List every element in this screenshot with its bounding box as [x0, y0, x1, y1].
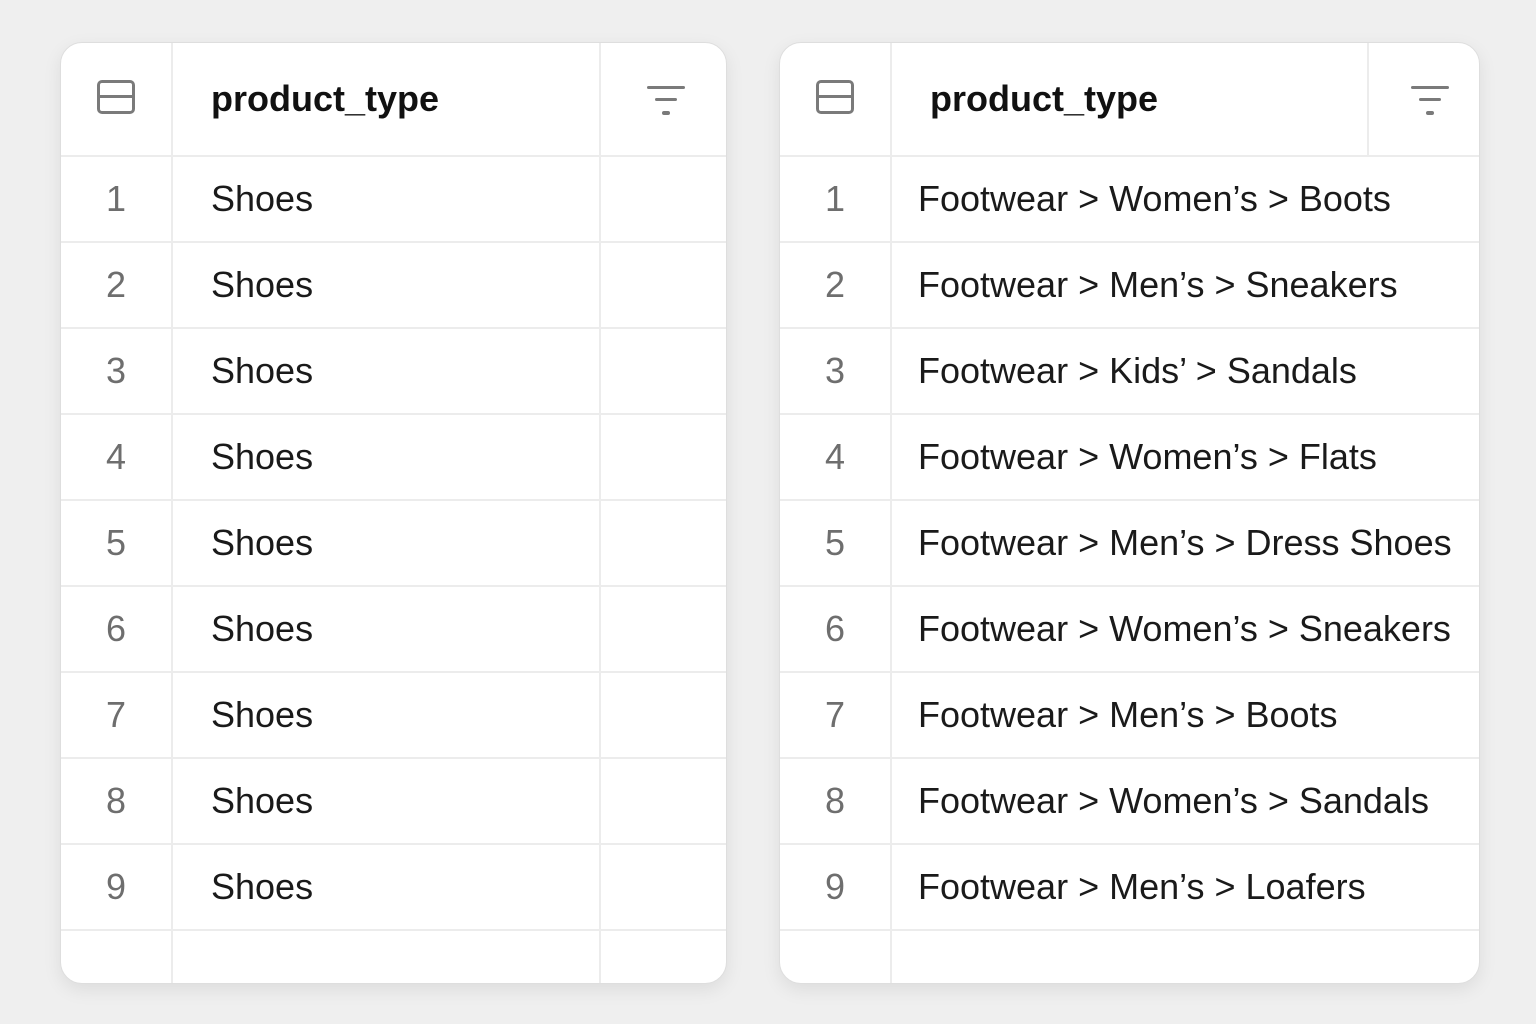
row-layout-icon[interactable]: [816, 80, 854, 114]
row-number: 3: [105, 350, 127, 391]
row-number: 4: [105, 436, 127, 477]
table-row[interactable]: 7 Shoes: [61, 673, 726, 759]
product-type-cell[interactable]: Shoes: [211, 243, 313, 327]
column-header-product-type[interactable]: product_type: [930, 77, 1158, 121]
product-type-cell[interactable]: Footwear > Women’s > Flats: [918, 415, 1377, 499]
table-row[interactable]: 9 Shoes: [61, 845, 726, 931]
product-type-cell[interactable]: Footwear > Men’s > Loafers: [918, 845, 1366, 929]
row-number: 4: [824, 436, 846, 477]
table-row[interactable]: 2 Shoes: [61, 243, 726, 329]
row-number: 9: [105, 866, 127, 907]
product-type-cell[interactable]: Footwear > Men’s > Sneakers: [918, 243, 1398, 327]
table-row[interactable]: 1 Shoes: [61, 157, 726, 243]
row-number: 8: [105, 780, 127, 821]
product-type-cell[interactable]: Shoes: [211, 759, 313, 843]
row-number: 1: [105, 178, 127, 219]
table-header: product_type: [780, 43, 1479, 157]
table-row[interactable]: 5 Shoes: [61, 501, 726, 587]
table-row[interactable]: 3 Shoes: [61, 329, 726, 415]
row-number: 6: [105, 608, 127, 649]
row-layout-icon[interactable]: [97, 80, 135, 114]
table-header: product_type: [61, 43, 726, 157]
row-number: 3: [824, 350, 846, 391]
filter-icon[interactable]: [1411, 86, 1449, 116]
product-type-cell[interactable]: Footwear > Men’s > Dress Shoes: [918, 501, 1452, 585]
product-type-cell[interactable]: Footwear > Women’s > Sneakers: [918, 587, 1451, 671]
column-header-product-type[interactable]: product_type: [211, 77, 439, 121]
row-number: 1: [824, 178, 846, 219]
row-number: 2: [105, 264, 127, 305]
row-number: 5: [824, 522, 846, 563]
table-row[interactable]: 4 Shoes: [61, 415, 726, 501]
row-number: 5: [105, 522, 127, 563]
product-type-cell[interactable]: Shoes: [211, 329, 313, 413]
filter-icon[interactable]: [647, 86, 685, 116]
product-type-cell[interactable]: Shoes: [211, 587, 313, 671]
table-row[interactable]: 8 Shoes: [61, 759, 726, 845]
right-table: product_type 1 Footwear > Women’s > Boot…: [779, 42, 1480, 984]
product-type-cell[interactable]: Footwear > Men’s > Boots: [918, 673, 1338, 757]
product-type-cell[interactable]: Footwear > Women’s > Sandals: [918, 759, 1429, 843]
table-row[interactable]: 7 Footwear > Men’s > Boots: [780, 673, 1479, 759]
row-number: 7: [824, 694, 846, 735]
product-type-cell[interactable]: Shoes: [211, 501, 313, 585]
product-type-cell[interactable]: Footwear > Women’s > Boots: [918, 157, 1391, 241]
row-number: 9: [824, 866, 846, 907]
product-type-cell[interactable]: Shoes: [211, 845, 313, 929]
table-row[interactable]: 3 Footwear > Kids’ > Sandals: [780, 329, 1479, 415]
table-row[interactable]: 1 Footwear > Women’s > Boots: [780, 157, 1479, 243]
product-type-cell[interactable]: Shoes: [211, 415, 313, 499]
left-table: product_type 1 Shoes 2 Shoes 3 Shoes 4 S…: [60, 42, 727, 984]
table-row[interactable]: 9 Footwear > Men’s > Loafers: [780, 845, 1479, 931]
row-number: 8: [824, 780, 846, 821]
table-row[interactable]: 4 Footwear > Women’s > Flats: [780, 415, 1479, 501]
row-number: 2: [824, 264, 846, 305]
table-row[interactable]: 6 Shoes: [61, 587, 726, 673]
table-row[interactable]: 6 Footwear > Women’s > Sneakers: [780, 587, 1479, 673]
row-number: 7: [105, 694, 127, 735]
product-type-cell[interactable]: Footwear > Kids’ > Sandals: [918, 329, 1357, 413]
table-row[interactable]: 2 Footwear > Men’s > Sneakers: [780, 243, 1479, 329]
product-type-cell[interactable]: Shoes: [211, 673, 313, 757]
row-number: 6: [824, 608, 846, 649]
product-type-cell[interactable]: Shoes: [211, 157, 313, 241]
table-row[interactable]: 8 Footwear > Women’s > Sandals: [780, 759, 1479, 845]
table-row[interactable]: 5 Footwear > Men’s > Dress Shoes: [780, 501, 1479, 587]
